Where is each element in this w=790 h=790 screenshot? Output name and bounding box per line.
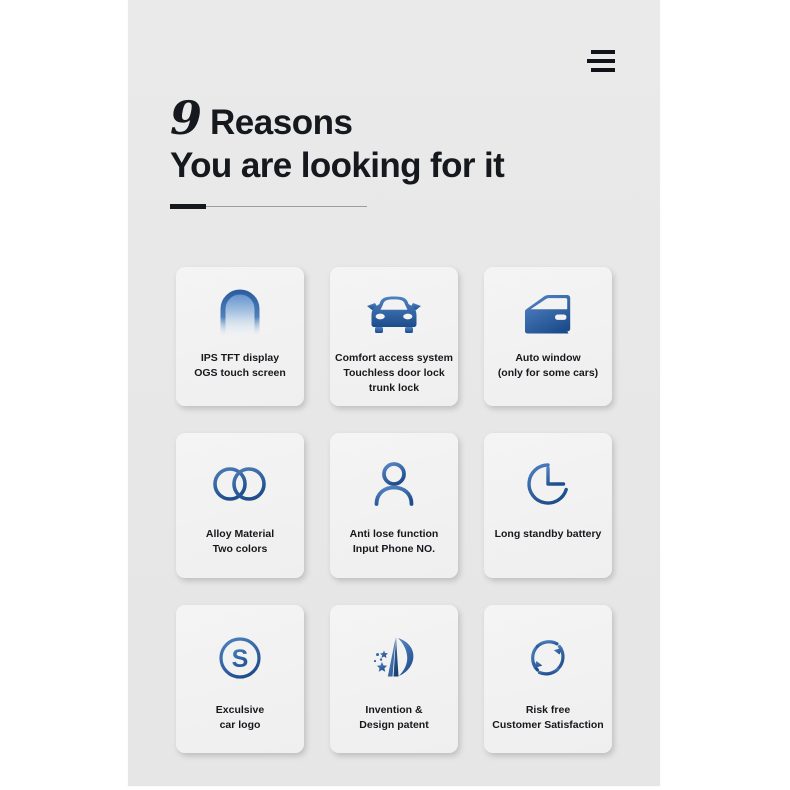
feature-card[interactable]: Comfort access system Touchless door loc… bbox=[330, 267, 458, 406]
refresh-cycle-icon bbox=[524, 623, 572, 693]
clock-icon bbox=[525, 451, 571, 517]
feature-card[interactable]: S Exculsive car logo bbox=[176, 605, 304, 753]
svg-text:S: S bbox=[232, 645, 249, 673]
headline-number: 9 bbox=[170, 91, 202, 145]
feature-card[interactable]: Risk free Customer Satisfaction bbox=[484, 605, 612, 753]
title-divider bbox=[170, 204, 367, 209]
hamburger-bar-middle bbox=[587, 59, 615, 63]
feature-card-label: Risk free Customer Satisfaction bbox=[492, 704, 604, 731]
feature-card[interactable]: Auto window (only for some cars) bbox=[484, 267, 612, 406]
feature-card-label: IPS TFT display OGS touch screen bbox=[194, 352, 286, 379]
car-door-icon bbox=[522, 285, 574, 343]
tft-display-icon bbox=[219, 285, 261, 343]
feature-card[interactable]: Invention & Design patent bbox=[330, 605, 458, 753]
hamburger-bar-top bbox=[591, 50, 615, 54]
feature-grid: IPS TFT display OGS touch screen Comfort… bbox=[176, 267, 613, 753]
feature-card-label: Long standby battery bbox=[494, 528, 602, 540]
divider-accent bbox=[170, 204, 206, 209]
feature-card-label: Invention & Design patent bbox=[359, 704, 429, 731]
two-rings-icon bbox=[211, 451, 269, 517]
feature-card-label: Comfort access system Touchless door loc… bbox=[335, 352, 453, 394]
headline-line-2: You are looking for it bbox=[170, 146, 505, 185]
page-header: 9 Reasons You are looking for it bbox=[128, 0, 660, 230]
feature-card[interactable]: Long standby battery bbox=[484, 433, 612, 578]
feature-card-label: Auto window (only for some cars) bbox=[497, 352, 599, 379]
feature-card[interactable]: Alloy Material Two colors bbox=[176, 433, 304, 578]
product-feature-page: 9 Reasons You are looking for it IPS TFT… bbox=[128, 0, 660, 786]
headline-line-1: 9 Reasons bbox=[170, 95, 630, 141]
hamburger-bar-bottom bbox=[591, 68, 615, 72]
person-icon bbox=[372, 451, 416, 517]
s-logo-circle-icon: S bbox=[217, 623, 263, 693]
feature-card-label: Exculsive car logo bbox=[215, 704, 265, 731]
hamburger-menu-icon[interactable] bbox=[583, 50, 615, 76]
car-front-icon bbox=[366, 285, 422, 343]
screenshot-root: 9 Reasons You are looking for it IPS TFT… bbox=[0, 0, 790, 790]
feature-card-label: Anti lose function Input Phone NO. bbox=[349, 528, 439, 555]
feature-card[interactable]: Anti lose function Input Phone NO. bbox=[330, 433, 458, 578]
headline-word: Reasons bbox=[210, 103, 353, 142]
feature-card-label: Alloy Material Two colors bbox=[205, 528, 275, 555]
feature-card[interactable]: IPS TFT display OGS touch screen bbox=[176, 267, 304, 406]
page-title: 9 Reasons You are looking for it bbox=[170, 95, 630, 185]
divider-line bbox=[206, 206, 367, 207]
patent-star-icon bbox=[368, 623, 420, 693]
